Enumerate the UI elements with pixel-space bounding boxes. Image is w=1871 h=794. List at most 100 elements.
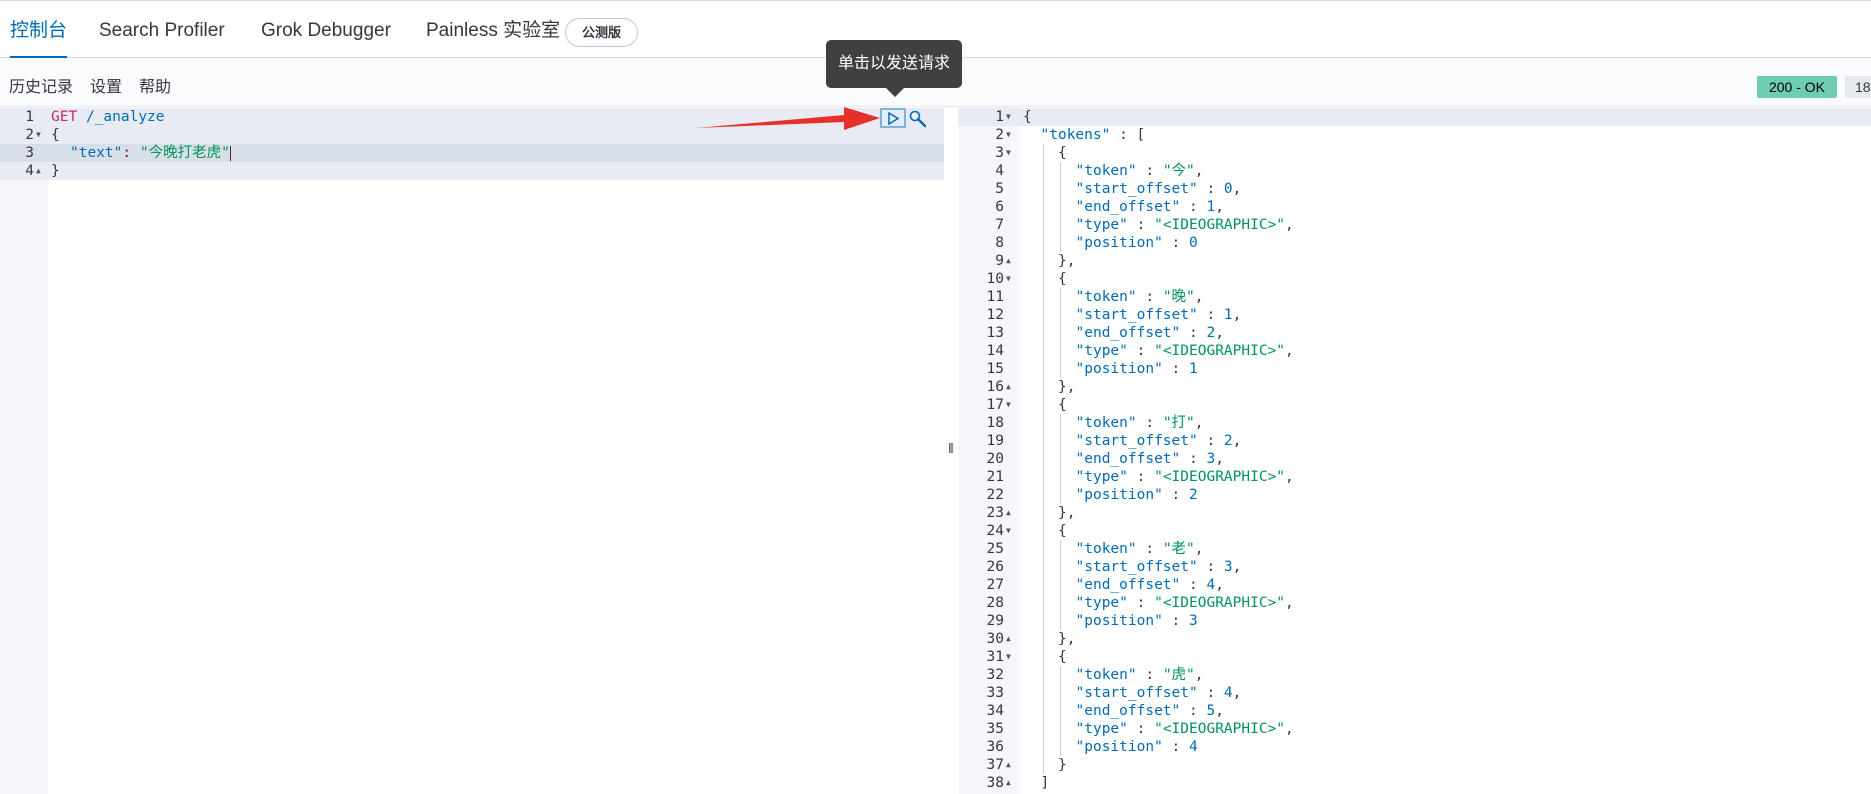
request-settings-button[interactable] <box>908 109 928 129</box>
response-line: }, <box>1058 252 1075 270</box>
line-number: 7 <box>995 217 1004 233</box>
json-punct: , <box>1194 289 1204 305</box>
json-punct: : <box>1180 451 1207 467</box>
line-number: 3 <box>995 145 1004 161</box>
request-time-badge: 18 <box>1845 76 1871 98</box>
help-link[interactable]: 帮助 <box>139 58 171 107</box>
json-string: "<IDEOGRAPHIC>" <box>1154 721 1286 737</box>
json-number: 3 <box>1189 613 1198 629</box>
response-line: "tokens" : [ <box>1041 126 1146 144</box>
response-line: } <box>1058 756 1067 774</box>
json-punct: , <box>1285 721 1294 737</box>
line-number: 2 <box>25 127 34 143</box>
json-string: "今" <box>1162 163 1195 179</box>
request-method: GET <box>51 109 78 125</box>
fold-open-icon[interactable]: ▼ <box>1006 648 1011 666</box>
json-punct: { <box>1058 649 1067 665</box>
line-number: 27 <box>986 577 1004 593</box>
line-number: 15 <box>986 361 1004 377</box>
fold-open-icon[interactable]: ▼ <box>1006 144 1011 162</box>
json-punct: }, <box>1058 505 1076 521</box>
status-badge: 200 - OK <box>1757 76 1837 98</box>
fold-close-icon[interactable]: ▲ <box>1006 630 1011 648</box>
json-number: 4 <box>1189 739 1198 755</box>
response-line: "position" : 1 <box>1076 360 1198 378</box>
tab-search-profiler[interactable]: Search Profiler <box>99 4 225 58</box>
fold-close-icon[interactable]: ▲ <box>1006 756 1011 774</box>
tab-console[interactable]: 控制台 <box>10 4 68 59</box>
line-number: 38 <box>986 775 1004 791</box>
fold-close-icon[interactable]: ▲ <box>1006 774 1011 792</box>
json-punct: , <box>1285 469 1294 485</box>
fold-close-icon[interactable]: ▲ <box>36 162 41 180</box>
json-key: "type" <box>1075 343 1128 359</box>
response-line: "type" : "<IDEOGRAPHIC>", <box>1076 468 1294 486</box>
json-punct: : <box>1162 613 1190 629</box>
resize-grip-icon[interactable]: ‖ <box>948 440 954 456</box>
fold-close-icon[interactable]: ▲ <box>1006 378 1011 396</box>
json-string: "虎" <box>1162 667 1195 683</box>
fold-open-icon[interactable]: ▼ <box>1006 270 1011 288</box>
json-string: "<IDEOGRAPHIC>" <box>1154 217 1286 233</box>
response-line: "start_offset" : 1, <box>1076 306 1242 324</box>
response-line: "token" : "打", <box>1076 414 1204 432</box>
json-punct: , <box>1194 541 1204 557</box>
json-punct: : <box>1127 469 1155 485</box>
response-line: "start_offset" : 3, <box>1076 558 1242 576</box>
play-icon <box>888 111 899 125</box>
json-number: 1 <box>1189 361 1198 377</box>
response-line: { <box>1058 144 1067 162</box>
response-line: { <box>1058 522 1067 540</box>
json-number: 2 <box>1223 433 1233 449</box>
json-punct: : <box>1180 577 1207 593</box>
json-punct: : <box>1162 487 1190 503</box>
line-number: 32 <box>986 667 1004 683</box>
tab-grok-debugger[interactable]: Grok Debugger <box>261 4 391 58</box>
json-punct: , <box>1215 325 1224 341</box>
fold-open-icon[interactable]: ▼ <box>1006 126 1011 144</box>
json-punct: { <box>1058 397 1067 413</box>
json-punct: ] <box>1040 775 1050 791</box>
line-number: 4 <box>25 163 34 179</box>
line-number: 29 <box>986 613 1004 629</box>
line-number: 2 <box>995 127 1004 143</box>
response-line: "position" : 4 <box>1076 738 1198 756</box>
json-punct: }, <box>1058 379 1076 395</box>
tab-painless-lab[interactable]: Painless 实验室 <box>426 4 560 58</box>
json-punct: { <box>1023 109 1032 125</box>
response-line: "token" : "虎", <box>1076 666 1204 684</box>
json-punct: }, <box>1058 253 1076 269</box>
line-number: 16 <box>986 379 1004 395</box>
request-editor[interactable] <box>48 107 944 794</box>
response-line: "position" : 2 <box>1076 486 1198 504</box>
fold-close-icon[interactable]: ▲ <box>1006 252 1011 270</box>
line-number: 33 <box>986 685 1004 701</box>
line-number: 37 <box>986 757 1004 773</box>
fold-open-icon[interactable]: ▼ <box>1006 396 1011 414</box>
fold-open-icon[interactable]: ▼ <box>36 126 41 144</box>
json-punct: : <box>1127 343 1155 359</box>
json-number: 1 <box>1223 307 1233 323</box>
json-punct: , <box>1232 181 1242 197</box>
fold-open-icon[interactable]: ▼ <box>1006 522 1011 540</box>
fold-close-icon[interactable]: ▲ <box>1006 504 1011 522</box>
fold-open-icon[interactable]: ▼ <box>1006 108 1011 126</box>
line-number: 31 <box>986 649 1004 665</box>
json-number: 2 <box>1206 325 1216 341</box>
settings-link[interactable]: 设置 <box>90 58 122 107</box>
history-link[interactable]: 历史记录 <box>9 58 73 107</box>
response-line: "end_offset" : 1, <box>1076 198 1224 216</box>
json-string: "<IDEOGRAPHIC>" <box>1154 469 1286 485</box>
response-line: "type" : "<IDEOGRAPHIC>", <box>1076 720 1294 738</box>
red-arrow-annotation <box>696 107 880 130</box>
line-number: 1 <box>25 109 34 125</box>
json-string: "老" <box>1162 541 1195 557</box>
response-line: "position" : 0 <box>1076 234 1198 252</box>
line-number: 20 <box>986 451 1004 467</box>
json-punct: , <box>1232 433 1242 449</box>
response-line: "end_offset" : 3, <box>1076 450 1224 468</box>
open-brace: { <box>51 127 60 143</box>
indent-guide <box>1042 144 1044 774</box>
indent-guide <box>1060 666 1061 756</box>
json-punct: : <box>1127 721 1155 737</box>
